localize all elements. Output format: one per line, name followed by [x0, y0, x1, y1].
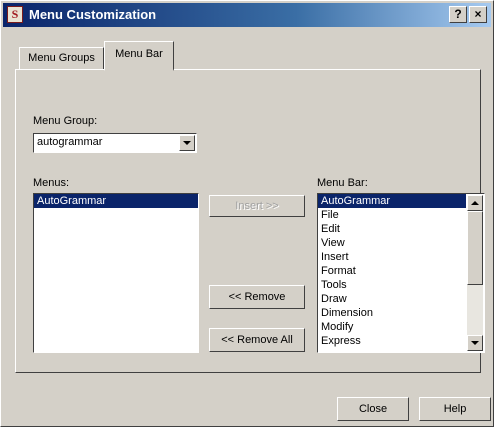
remove-all-button[interactable]: << Remove All — [209, 328, 305, 352]
scrollbar-thumb[interactable] — [467, 211, 483, 285]
scroll-down-icon — [471, 341, 479, 345]
help-icon[interactable]: ? — [449, 6, 467, 23]
dropdown-arrow-icon — [183, 141, 191, 145]
scroll-down-button[interactable] — [467, 335, 483, 351]
window-title: Menu Customization — [29, 7, 157, 22]
list-item[interactable]: Dimension — [318, 306, 466, 320]
tab-menu-groups[interactable]: Menu Groups — [19, 47, 104, 69]
list-item[interactable]: View — [318, 236, 466, 250]
close-button[interactable]: Close — [337, 397, 409, 421]
menu-group-value: autogrammar — [37, 136, 103, 148]
tab-menu-bar[interactable]: Menu Bar — [104, 41, 174, 71]
menu-bar-scrollbar[interactable] — [467, 195, 483, 351]
list-item[interactable]: Edit — [318, 222, 466, 236]
menus-listbox[interactable]: AutoGrammar — [33, 193, 199, 353]
list-item[interactable]: Format — [318, 264, 466, 278]
app-icon[interactable]: S — [7, 6, 23, 23]
insert-button[interactable]: Insert >> — [209, 195, 305, 217]
menu-customization-dialog: S Menu Customization ? × Menu Groups Men… — [0, 0, 494, 427]
title-bar[interactable]: S Menu Customization ? × — [3, 3, 491, 27]
scroll-up-button[interactable] — [467, 195, 483, 211]
list-item[interactable]: AutoGrammar — [318, 194, 466, 208]
list-item[interactable]: Modify — [318, 320, 466, 334]
menu-bar-listbox[interactable]: AutoGrammar File Edit View Insert Format… — [317, 193, 485, 353]
list-item[interactable]: Insert — [318, 250, 466, 264]
help-button[interactable]: Help — [419, 397, 491, 421]
dropdown-button[interactable] — [179, 135, 195, 151]
menus-label: Menus: — [33, 177, 70, 189]
list-item[interactable]: AutoGrammar — [34, 194, 198, 208]
menu-group-label: Menu Group: — [33, 115, 98, 127]
list-item[interactable]: Express — [318, 334, 466, 348]
remove-button[interactable]: << Remove — [209, 285, 305, 309]
close-icon[interactable]: × — [469, 6, 487, 23]
list-item[interactable]: Tools — [318, 278, 466, 292]
scroll-up-icon — [471, 201, 479, 205]
menu-group-combobox[interactable]: autogrammar — [33, 133, 197, 153]
list-item[interactable]: File — [318, 208, 466, 222]
list-item[interactable]: Draw — [318, 292, 466, 306]
menu-bar-label: Menu Bar: — [317, 177, 368, 189]
